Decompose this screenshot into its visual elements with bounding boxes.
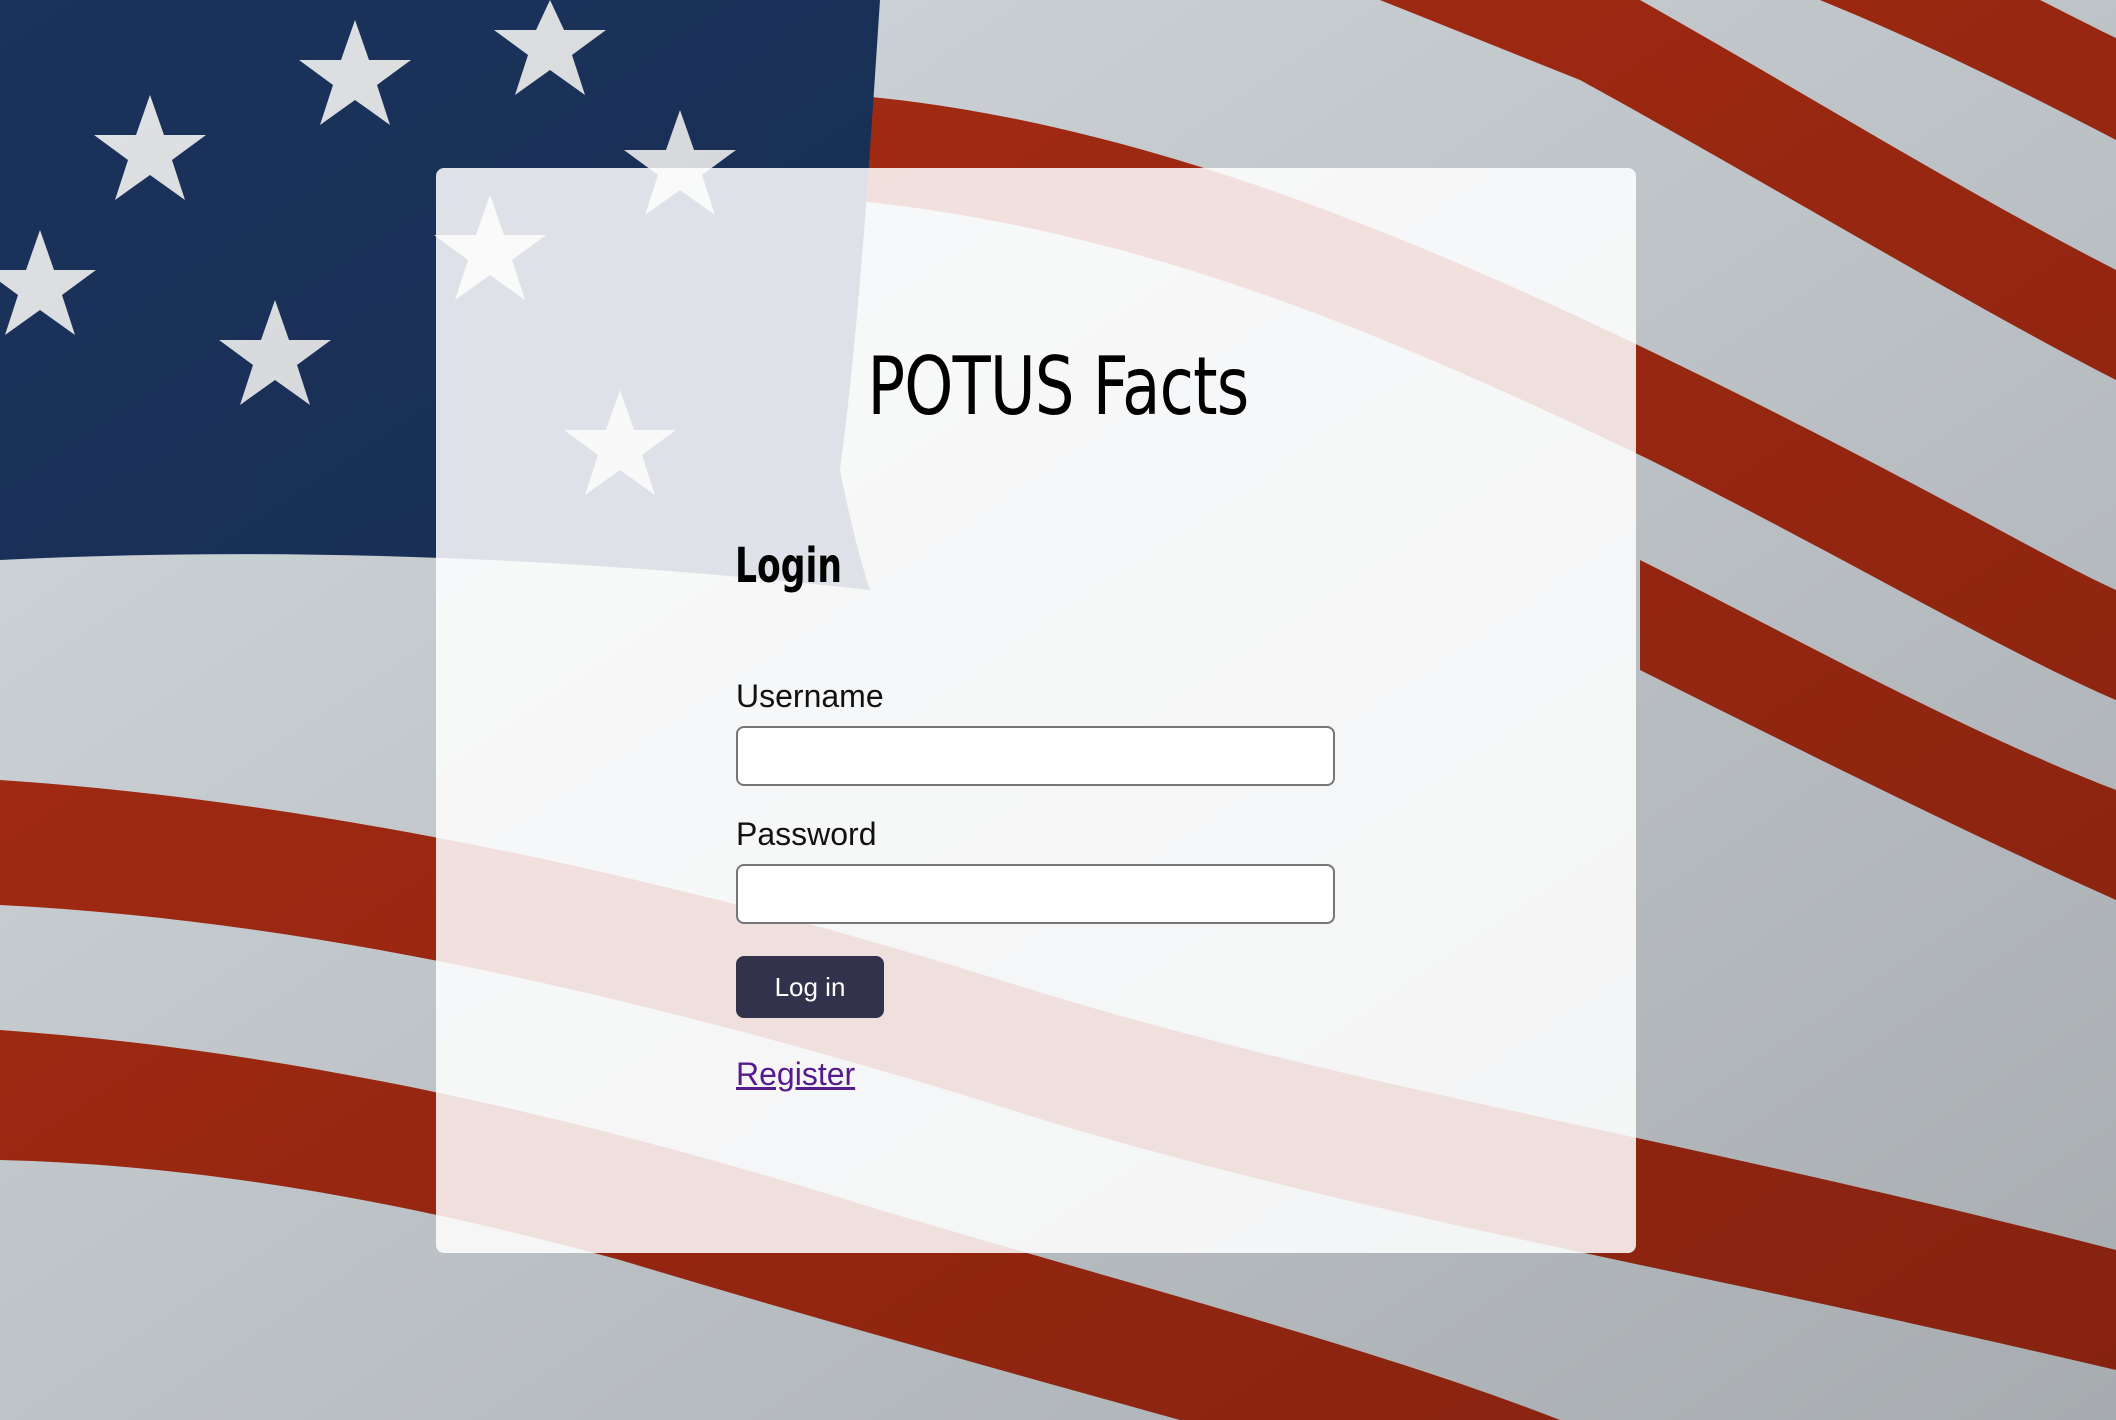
login-button[interactable]: Log in bbox=[736, 956, 884, 1018]
password-input[interactable] bbox=[736, 864, 1335, 924]
username-input[interactable] bbox=[736, 726, 1335, 786]
site-title: POTUS Facts bbox=[867, 340, 1249, 433]
login-heading: Login bbox=[735, 538, 842, 594]
login-card bbox=[436, 168, 1636, 1253]
password-label: Password bbox=[736, 816, 877, 852]
username-label: Username bbox=[736, 678, 884, 714]
register-link[interactable]: Register bbox=[736, 1056, 855, 1093]
